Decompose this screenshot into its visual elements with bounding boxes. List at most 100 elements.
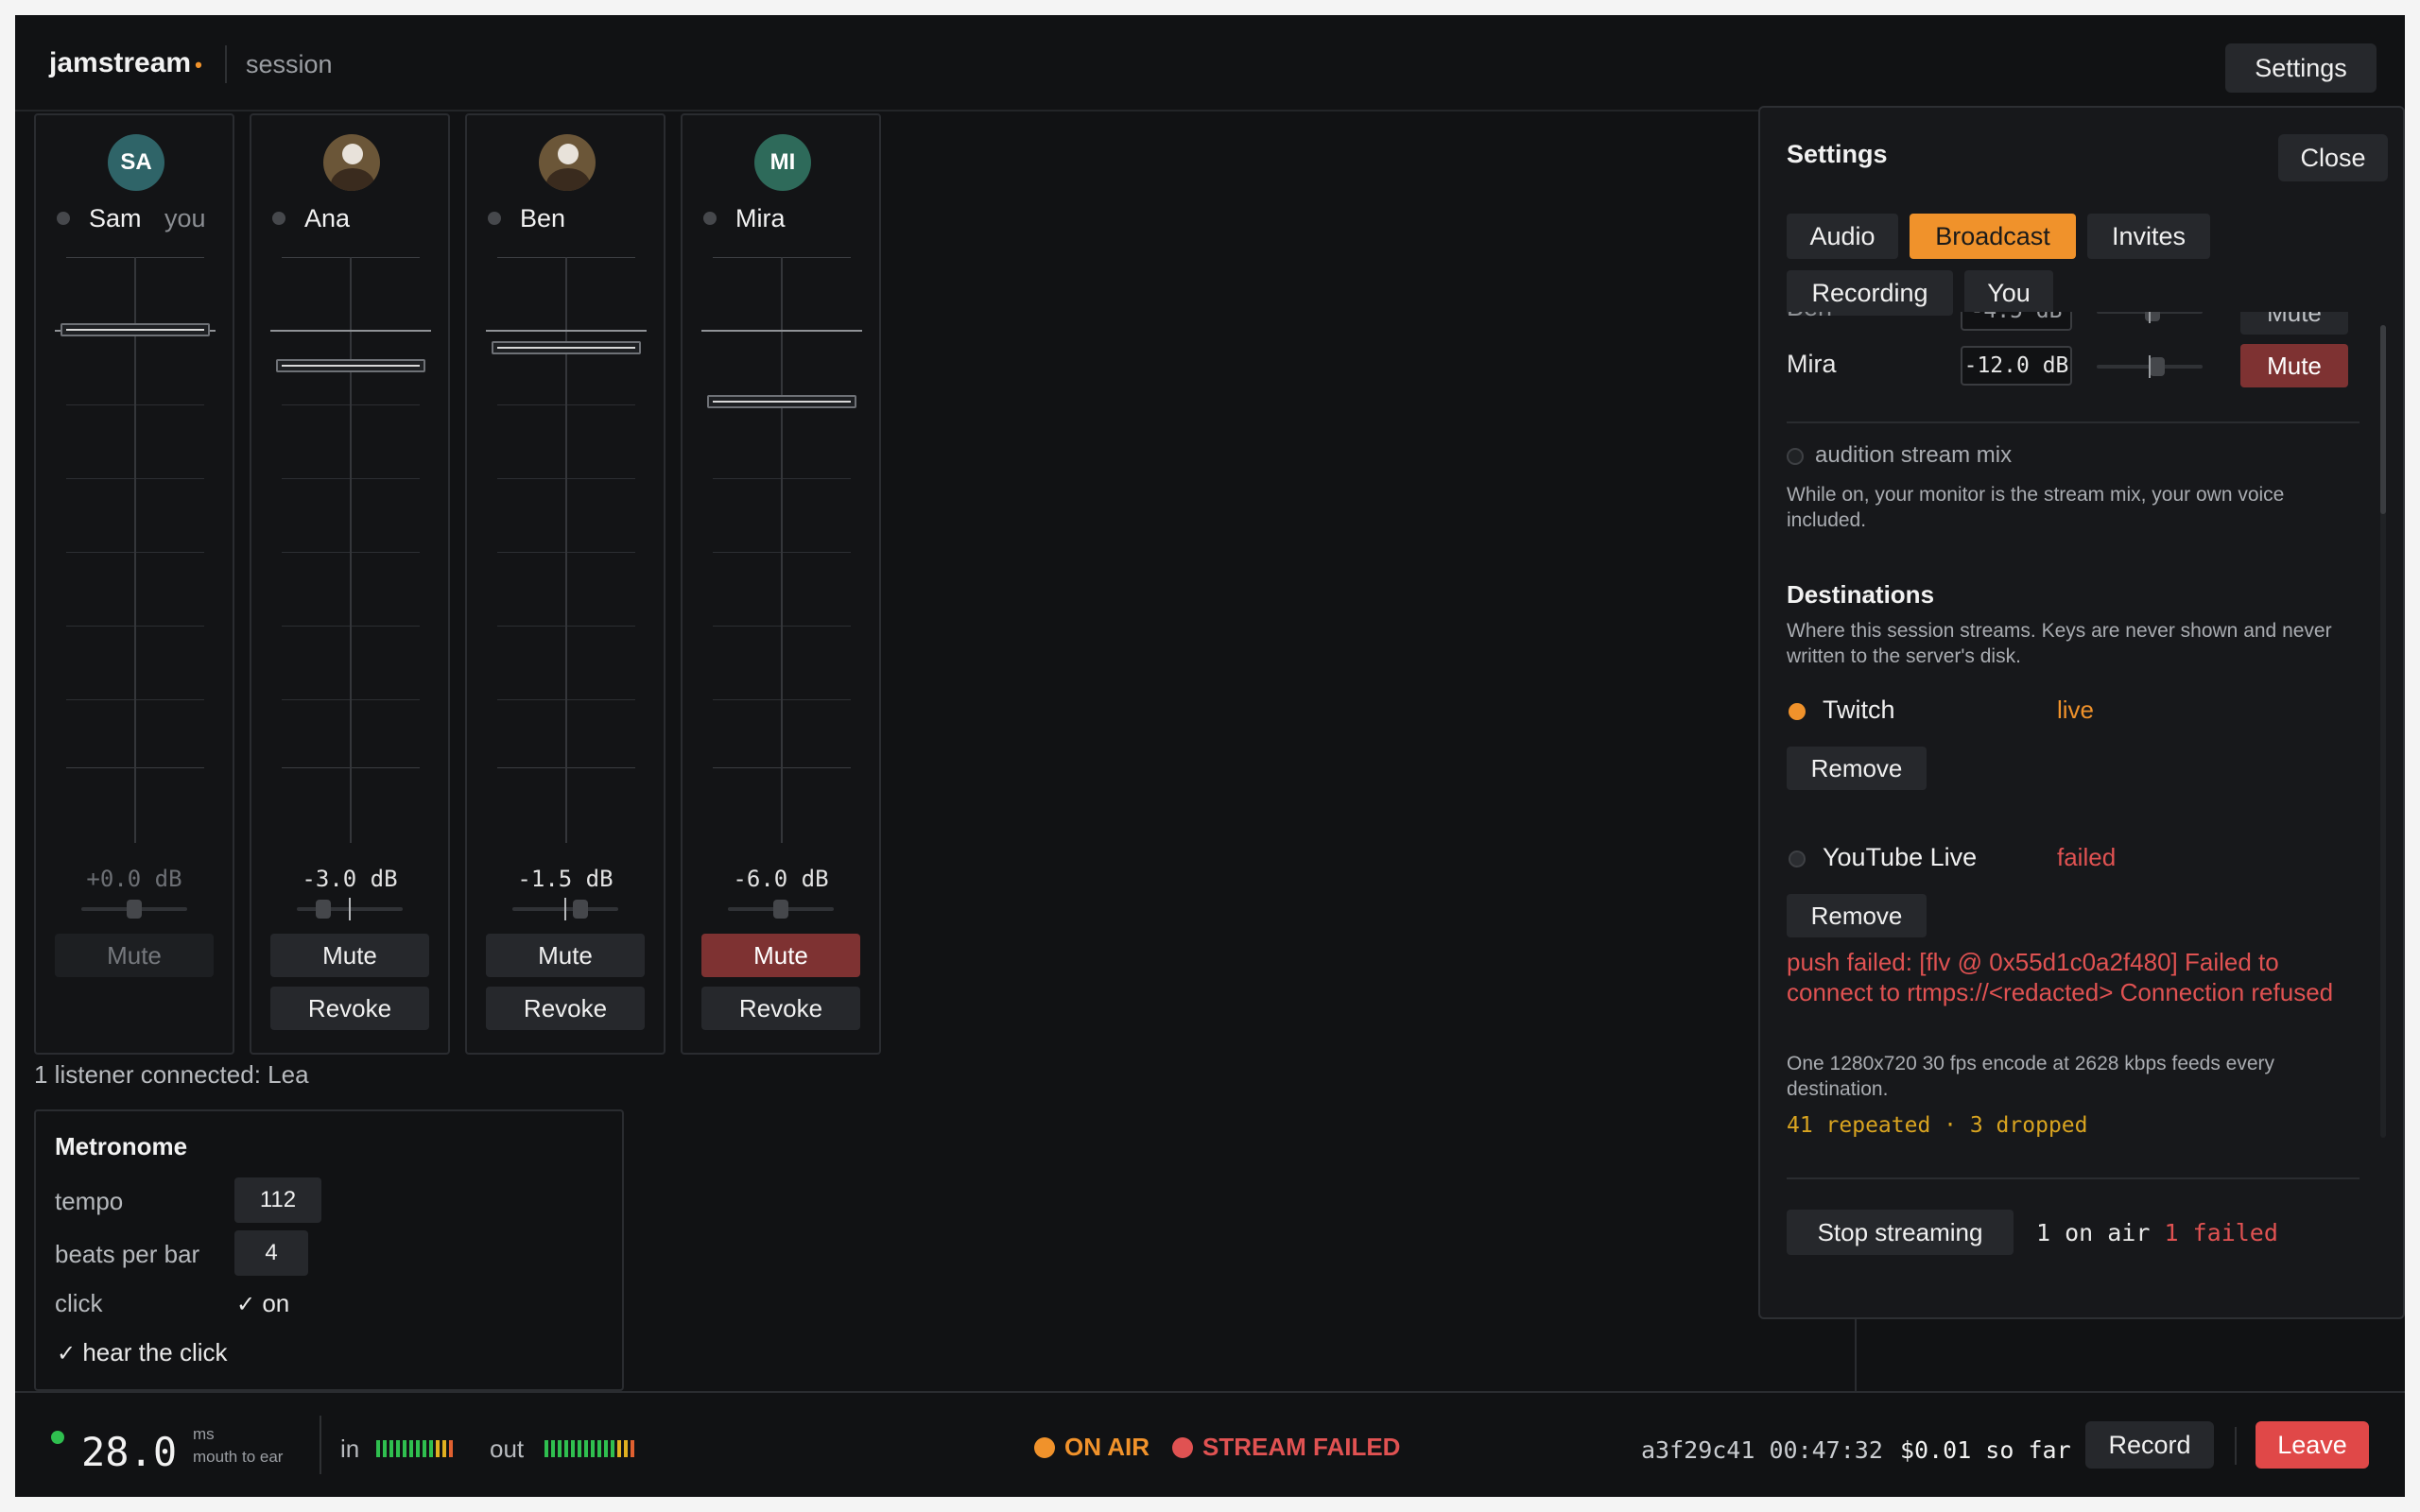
meter-segment [409, 1440, 413, 1457]
mute-button[interactable]: Mute [270, 934, 429, 977]
channel-strip-ben: Ben -1.5 dB Mute Revoke [465, 113, 666, 1055]
pan-slider[interactable] [81, 900, 187, 919]
tab-recording[interactable]: Recording [1787, 270, 1953, 316]
volume-fader[interactable] [486, 257, 647, 843]
meter-segment [383, 1440, 387, 1457]
mix-slider[interactable] [2097, 355, 2203, 378]
pan-knob[interactable] [573, 900, 588, 919]
meter-segment [396, 1440, 400, 1457]
metronome-panel: Metronome tempo 112 beats per bar 4 clic… [34, 1109, 624, 1391]
mix-slider[interactable] [2097, 312, 2203, 323]
volume-fader[interactable] [55, 257, 216, 843]
remove-destination-button[interactable]: Remove [1787, 894, 1927, 937]
click-value: on [262, 1289, 290, 1317]
on-air-indicator: ON AIR [1034, 1433, 1150, 1462]
tab-broadcast[interactable]: Broadcast [1910, 214, 2076, 259]
remove-destination-button[interactable]: Remove [1787, 747, 1927, 790]
beats-label: beats per bar [55, 1240, 200, 1268]
meter-segment [631, 1440, 634, 1457]
revoke-button[interactable]: Revoke [270, 987, 429, 1030]
mix-db-input[interactable]: -12.0 dB [1961, 346, 2072, 386]
latency-caption: mouth to ear [193, 1448, 284, 1466]
meter-segment [544, 1440, 548, 1457]
revoke-button[interactable]: Revoke [486, 987, 645, 1030]
avatar: MI [754, 134, 811, 191]
volume-fader[interactable] [701, 257, 862, 843]
avatar [323, 134, 380, 191]
pan-knob[interactable] [316, 900, 331, 919]
panel-body: Ben -4.5 dB Mute Mira -12.0 dB Mute audi… [1760, 312, 2403, 1317]
tempo-label: tempo [55, 1187, 124, 1215]
leave-button[interactable]: Leave [2256, 1421, 2369, 1469]
pan-slider[interactable] [728, 900, 834, 919]
mix-slider-knob[interactable] [2150, 357, 2166, 376]
fader-cap[interactable] [60, 323, 210, 336]
fader-cap[interactable] [276, 358, 425, 372]
latency-unit: ms mouth to ear [193, 1423, 283, 1469]
beats-input[interactable]: 4 [234, 1230, 308, 1276]
mix-name: Mira [1787, 350, 1837, 378]
destination-status: failed [2057, 843, 2117, 871]
pan-center-mark [564, 898, 566, 920]
tempo-input[interactable]: 112 [234, 1177, 321, 1223]
section-divider [1787, 1177, 2360, 1179]
tab-invites[interactable]: Invites [2087, 214, 2210, 259]
cost-readout: $0.01 so far [1900, 1436, 2071, 1464]
close-button[interactable]: Close [2278, 134, 2388, 181]
destination-status-dot [1789, 703, 1806, 720]
meter-segment [429, 1440, 433, 1457]
mute-button[interactable]: Mute [486, 934, 645, 977]
pan-slider[interactable] [512, 898, 618, 920]
mute-button[interactable]: Mute [55, 934, 214, 977]
mix-slider-knob[interactable] [2145, 312, 2160, 321]
mix-name: Ben [1787, 312, 1832, 322]
meter-segment [558, 1440, 562, 1457]
fader-rail [781, 257, 783, 843]
encode-info: One 1280x720 30 fps encode at 2628 kbps … [1787, 1053, 2275, 1100]
db-readout: +0.0 dB [86, 866, 182, 892]
hear-click-label: hear the click [82, 1338, 228, 1366]
mix-db-input[interactable]: -4.5 dB [1961, 312, 2072, 331]
revoke-button[interactable]: Revoke [701, 987, 860, 1030]
fader-cap[interactable] [492, 340, 641, 354]
stop-streaming-button[interactable]: Stop streaming [1787, 1210, 2014, 1255]
error-message: push failed: [flv @ 0x55d1c0a2f480] Fail… [1787, 948, 2334, 1006]
hear-click-checkbox[interactable]: ✓ hear the click [57, 1338, 228, 1367]
mix-mute-button[interactable]: Mute [2240, 344, 2348, 387]
tab-audio[interactable]: Audio [1787, 214, 1898, 259]
channel-strip-ana: Ana -3.0 dB Mute Revoke [250, 113, 450, 1055]
bar-divider [320, 1416, 321, 1474]
app-window: jamstream • session Settings SA Sam you +… [15, 15, 2405, 1497]
strip-name: Ana [304, 204, 351, 232]
stream-failed-dot [1172, 1436, 1193, 1458]
record-button[interactable]: Record [2085, 1421, 2214, 1469]
metronome-title: Metronome [55, 1132, 188, 1160]
check-icon: ✓ [57, 1341, 77, 1366]
settings-button[interactable]: Settings [2225, 43, 2377, 93]
pan-knob[interactable] [127, 900, 142, 919]
unity-line [701, 330, 862, 332]
fader-cap[interactable] [707, 394, 856, 408]
bar-divider [2235, 1427, 2237, 1465]
stream-summary: 1 on air 1 failed [2036, 1219, 2278, 1246]
check-icon: ✓ [236, 1292, 256, 1317]
volume-fader[interactable] [270, 257, 431, 843]
meter-segment [604, 1440, 608, 1457]
meter-segment [551, 1440, 555, 1457]
pan-center-mark [349, 898, 351, 920]
failed-count: 1 failed [2164, 1219, 2278, 1246]
brand-logo: jamstream • [49, 47, 202, 79]
input-meter-label: in [340, 1435, 360, 1463]
meter-segment [617, 1440, 621, 1457]
pan-knob[interactable] [773, 900, 788, 919]
audition-radio[interactable] [1787, 448, 1804, 465]
meter-segment [423, 1440, 426, 1457]
section-divider [1787, 421, 2360, 423]
mute-button[interactable]: Mute [701, 934, 860, 977]
click-toggle[interactable]: ✓ on [236, 1289, 289, 1318]
meter-segment [597, 1440, 601, 1457]
mix-mute-button[interactable]: Mute [2240, 312, 2348, 335]
tab-you[interactable]: You [1964, 270, 2053, 316]
header-divider [225, 45, 227, 83]
pan-slider[interactable] [297, 898, 403, 920]
